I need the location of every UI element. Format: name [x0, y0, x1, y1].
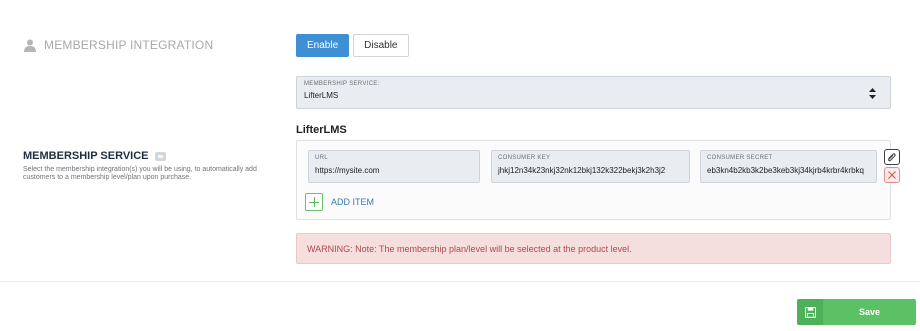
membership-service-title: MEMBERSHIP SERVICE — [23, 150, 149, 162]
add-item-button[interactable]: ADD ITEM — [305, 193, 374, 211]
sort-icon — [869, 88, 876, 99]
link-icon[interactable] — [884, 149, 900, 165]
help-icon[interactable] — [154, 151, 166, 161]
integration-items-panel: URL https://mysite.com CONSUMER KEY jhkj… — [296, 140, 891, 220]
remove-item-button[interactable] — [884, 167, 900, 183]
add-item-label: ADD ITEM — [331, 197, 375, 207]
consumer-key-value: jhkj12n34k23nkj32nk12bkj132k322bekj3k2h3… — [498, 166, 666, 175]
membership-service-info: MEMBERSHIP SERVICE Select the membership… — [23, 150, 263, 182]
consumer-secret-label: CONSUMER SECRET — [707, 155, 773, 161]
membership-service-select[interactable]: MEMBERSHIP SERVICE: LifterLMS — [296, 76, 891, 109]
enable-button[interactable]: Enable — [296, 34, 350, 57]
consumer-key-field[interactable]: CONSUMER KEY jhkj12n34k23nkj32nk12bkj132… — [491, 150, 690, 183]
section-title: MEMBERSHIP INTEGRATION — [44, 38, 214, 52]
plus-icon — [305, 193, 323, 211]
url-field-label: URL — [315, 155, 328, 161]
floppy-disk-icon — [797, 299, 823, 325]
save-button[interactable]: Save — [797, 299, 916, 325]
provider-title: LifterLMS — [296, 124, 347, 136]
user-icon — [24, 39, 36, 52]
warning-alert: WARNING: Note: The membership plan/level… — [296, 233, 891, 264]
membership-service-description: Select the membership integration(s) you… — [23, 166, 257, 181]
url-field[interactable]: URL https://mysite.com — [308, 150, 480, 183]
integration-toggle: Enable Disable — [296, 34, 409, 57]
consumer-secret-value: eb3kn4b2kb3k2be3keb3kj34kjrb4krbr4krbkq — [707, 166, 864, 175]
membership-service-select-label: MEMBERSHIP SERVICE: — [304, 81, 380, 87]
disable-button[interactable]: Disable — [353, 34, 409, 57]
paperclip-icon — [888, 153, 896, 162]
section-header: MEMBERSHIP INTEGRATION — [24, 38, 213, 52]
footer-divider — [0, 281, 920, 282]
membership-service-select-value: LifterLMS — [304, 91, 339, 100]
consumer-secret-field[interactable]: CONSUMER SECRET eb3kn4b2kb3k2be3keb3kj34… — [700, 150, 877, 183]
save-button-label: Save — [823, 299, 916, 325]
close-icon — [888, 171, 896, 179]
url-field-value: https://mysite.com — [315, 166, 380, 175]
consumer-key-label: CONSUMER KEY — [498, 155, 551, 161]
